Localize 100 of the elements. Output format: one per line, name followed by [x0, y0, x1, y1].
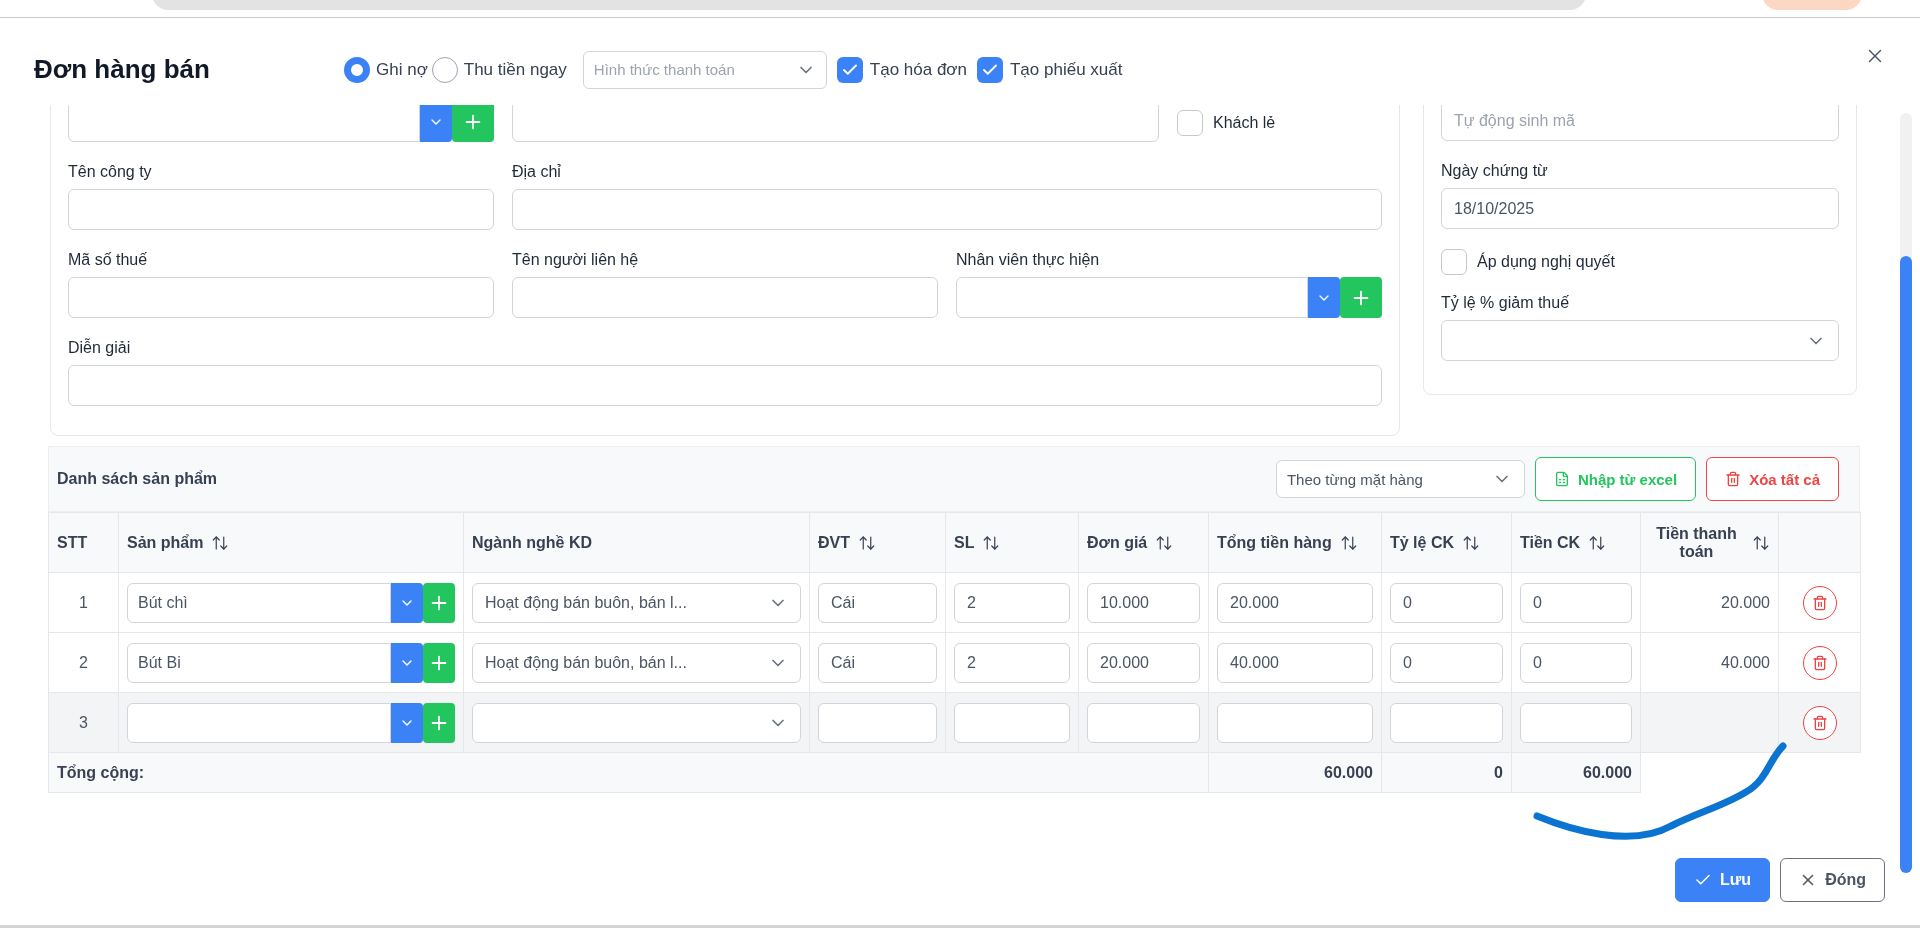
input-field[interactable] — [1217, 702, 1373, 743]
column-header[interactable]: Tỷ lệ CK — [1381, 512, 1512, 573]
checkbox-label: Tạo hóa đơn — [869, 59, 967, 80]
input-field[interactable]: Tự động sinh mã — [1441, 105, 1839, 141]
input-field[interactable]: 0 — [1390, 642, 1503, 683]
input-field[interactable] — [818, 702, 937, 743]
dropdown-button[interactable] — [391, 582, 423, 623]
staff-field[interactable] — [956, 277, 1308, 318]
field-label: Tên người liên hệ — [512, 250, 640, 269]
sort-icon[interactable] — [1752, 533, 1770, 552]
column-header[interactable]: Tổng tiền hàng — [1208, 512, 1382, 573]
input-field[interactable]: 10.000 — [1087, 582, 1200, 623]
scrollbar-thumb[interactable] — [1900, 256, 1912, 873]
input-field[interactable] — [512, 189, 1382, 230]
input-field[interactable] — [1390, 702, 1503, 743]
dropdown-button[interactable] — [391, 702, 423, 743]
total-label: Tổng cộng: — [48, 752, 1209, 793]
spreadsheet-icon — [1553, 471, 1570, 487]
input-field[interactable]: 2 — [954, 642, 1070, 683]
field-label: Diễn giải — [68, 338, 132, 357]
trash-icon — [1725, 471, 1742, 487]
select-field[interactable]: Hoạt động bán buôn, bán l... — [472, 582, 801, 623]
sort-icon[interactable] — [982, 533, 1001, 552]
input-field[interactable] — [68, 277, 494, 318]
add-button[interactable] — [1340, 277, 1382, 318]
radio-option[interactable]: Ghi nợ — [344, 56, 428, 83]
table-cell: 40.000 — [1640, 632, 1779, 693]
radio-button[interactable] — [431, 56, 458, 83]
field-label: Tên công ty — [68, 162, 153, 181]
clear-all-button[interactable]: Xóa tất cả — [1706, 457, 1839, 501]
sort-icon[interactable] — [1462, 533, 1480, 552]
sort-icon[interactable] — [211, 533, 230, 552]
radio-option[interactable]: Thu tiền ngay — [431, 56, 567, 83]
input-field[interactable]: 0 — [1390, 582, 1503, 623]
trash-icon — [1811, 714, 1828, 731]
field-label: Ngày chứng từ — [1441, 161, 1549, 180]
input-field[interactable]: Cái — [818, 582, 937, 623]
add-button[interactable] — [423, 642, 455, 683]
close-button[interactable]: Đóng — [1780, 858, 1885, 902]
delete-button[interactable] — [1802, 585, 1837, 620]
dropdown-button[interactable] — [1308, 277, 1340, 318]
dropdown-button[interactable] — [420, 105, 452, 142]
dropdown-button[interactable] — [391, 642, 423, 683]
product-field[interactable] — [127, 702, 391, 743]
table-cell: 20.000 — [1640, 572, 1779, 633]
checkbox[interactable] — [1177, 110, 1203, 136]
section-title: Danh sách sản phẩm — [57, 470, 218, 488]
input-field[interactable]: 2 — [954, 582, 1070, 623]
input-field[interactable] — [68, 189, 494, 230]
column-header[interactable]: SL — [945, 512, 1079, 573]
save-button[interactable]: Lưu — [1675, 858, 1771, 902]
radio-button[interactable] — [344, 56, 370, 83]
select-field[interactable] — [1441, 320, 1839, 361]
input-field[interactable]: Cái — [818, 642, 937, 683]
column-header[interactable]: Tiền CK — [1511, 512, 1641, 573]
input-field[interactable]: 40.000 — [1217, 642, 1373, 683]
product-field[interactable]: Bút Bi — [127, 642, 391, 683]
select-field[interactable] — [472, 702, 801, 743]
checkbox[interactable] — [836, 56, 863, 83]
delete-button[interactable] — [1802, 705, 1837, 740]
sort-icon[interactable] — [1588, 533, 1607, 552]
add-button[interactable] — [423, 582, 455, 623]
input-field[interactable] — [954, 702, 1070, 743]
add-button[interactable] — [423, 702, 455, 743]
total-cell: 60.000 — [1208, 752, 1382, 793]
input-field[interactable]: 0 — [1520, 642, 1632, 683]
table-cell: 2 — [48, 632, 119, 693]
select-field[interactable]: Hoạt động bán buôn, bán l... — [472, 642, 801, 683]
checkbox-label: Khách lẻ — [1213, 114, 1276, 132]
checkbox[interactable] — [976, 56, 1003, 83]
table-cell: 3 — [48, 692, 119, 753]
column-header: STT — [48, 512, 119, 573]
customer-field[interactable] — [68, 105, 420, 142]
input-field[interactable]: 18/10/2025 — [1441, 188, 1839, 229]
select-field[interactable]: Theo từng mặt hàng — [1275, 460, 1525, 498]
window-title: Đơn hàng bán — [34, 54, 211, 85]
input-field[interactable] — [1520, 702, 1632, 743]
column-header[interactable]: Đơn giá — [1078, 512, 1209, 573]
sort-icon[interactable] — [858, 533, 876, 552]
sort-icon[interactable] — [1339, 533, 1358, 552]
input-field[interactable]: 20.000 — [1087, 642, 1200, 683]
column-header[interactable]: Tiền thanh toán — [1640, 512, 1779, 573]
scrollbar[interactable] — [1900, 113, 1912, 873]
checkbox-label: Áp dụng nghị quyết — [1477, 253, 1615, 271]
table-cell: 1 — [48, 572, 119, 633]
field-label: Mã số thuế — [68, 250, 149, 269]
input-field[interactable]: 0 — [1520, 582, 1632, 623]
input-field[interactable]: 20.000 — [1217, 582, 1373, 623]
column-header[interactable]: ĐVT — [809, 512, 946, 573]
field-label: Tỷ lệ % giảm thuế — [1441, 293, 1571, 312]
input-field[interactable] — [68, 365, 1382, 406]
add-button[interactable] — [452, 105, 494, 142]
input-field[interactable] — [1087, 702, 1200, 743]
input-field[interactable] — [512, 277, 938, 318]
delete-button[interactable] — [1802, 645, 1837, 680]
checkbox[interactable] — [1441, 249, 1467, 275]
column-header[interactable]: Sản phẩm — [118, 512, 464, 573]
product-field[interactable]: Bút chì — [127, 582, 391, 623]
input-field[interactable] — [512, 105, 1159, 142]
sort-icon[interactable] — [1155, 533, 1174, 552]
